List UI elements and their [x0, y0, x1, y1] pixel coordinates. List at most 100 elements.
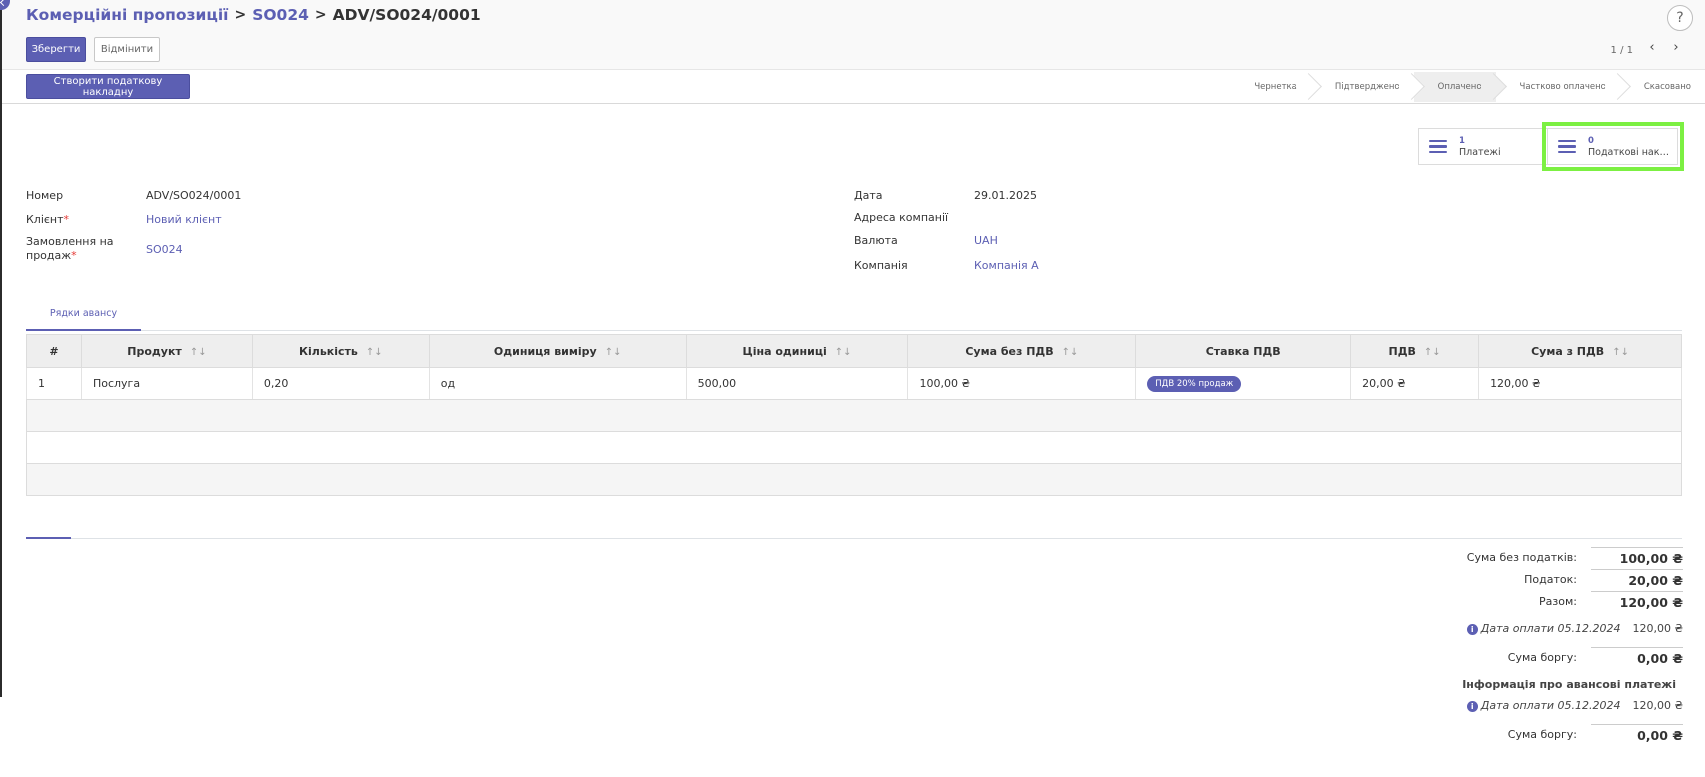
table-row[interactable]: 1 Послуга 0,20 од 500,00 100,00 ₴ ПДВ 20… — [26, 367, 1682, 400]
required-mark: * — [63, 213, 70, 226]
client-label: Клієнт* — [26, 213, 69, 226]
advance-amount-due-value: 0,00 ₴ — [1591, 724, 1683, 743]
tax-invoices-smart-button[interactable]: 0 Податкові накла... — [1542, 122, 1684, 171]
payments-label: Платежі — [1459, 146, 1501, 158]
sort-icon[interactable]: ↑↓ — [1062, 347, 1079, 358]
column-header-unit-price[interactable]: Ціна одиниці ↑↓ — [685, 334, 909, 368]
advance-payment-info[interactable]: i Дата оплати 05.12.2024 120,00 ₴ — [1466, 699, 1684, 712]
number-value: ADV/SO024/0001 — [146, 189, 242, 202]
sort-icon[interactable]: ↑↓ — [1424, 347, 1441, 358]
amount-due-row: Сума боргу: 0,00 ₴ — [1423, 646, 1683, 666]
advance-payment-amount: 120,00 ₴ — [1632, 699, 1684, 712]
statusbar: Створити податкову накладну Чернетка Під… — [2, 70, 1705, 104]
stage-draft[interactable]: Чернетка — [1230, 72, 1311, 102]
currency-link[interactable]: UAH — [974, 234, 998, 247]
company-address-label: Адреса компанії — [854, 211, 949, 224]
column-header-total[interactable]: Сума з ПДВ ↑↓ — [1478, 334, 1682, 368]
list-icon — [1558, 139, 1576, 154]
cell-tax-rate[interactable]: ПДВ 20% продаж — [1135, 367, 1352, 400]
tax-value: 20,00 ₴ — [1591, 569, 1683, 588]
sort-icon[interactable]: ↑↓ — [605, 347, 622, 358]
tab-advance-lines[interactable]: Рядки авансу — [26, 305, 141, 331]
status-stages: Чернетка Підтверджено Оплачено Частково … — [1230, 72, 1705, 102]
pager-value[interactable]: 1 / 1 — [1611, 45, 1633, 56]
cell-quantity[interactable]: 0,20 — [251, 367, 430, 400]
date-value[interactable]: 29.01.2025 — [974, 189, 1037, 202]
advance-payments-title: Інформація про авансові платежі — [1462, 678, 1676, 691]
stage-partially-paid[interactable]: Частково оплачено — [1495, 72, 1620, 102]
tax-label: Податок: — [1524, 573, 1577, 586]
payments-smart-button[interactable]: 1 Платежі — [1418, 128, 1548, 165]
cell-uom[interactable]: од — [428, 367, 687, 400]
sort-icon[interactable]: ↑↓ — [366, 347, 383, 358]
cell-number: 1 — [26, 367, 82, 400]
sort-icon[interactable]: ↑↓ — [1612, 347, 1629, 358]
footer-divider — [26, 538, 1682, 539]
empty-row — [26, 431, 1682, 464]
create-tax-invoice-button[interactable]: Створити податкову накладну — [26, 74, 190, 99]
breadcrumb-separator: > — [234, 7, 247, 23]
tax-row: Податок: 20,00 ₴ — [1423, 568, 1683, 588]
breadcrumb-current: ADV/SO024/0001 — [332, 6, 481, 24]
total-value: 120,00 ₴ — [1591, 591, 1683, 610]
help-icon[interactable]: ? — [1667, 5, 1693, 31]
list-icon — [1429, 139, 1447, 154]
sort-icon[interactable]: ↑↓ — [835, 347, 852, 358]
breadcrumb-order-link[interactable]: SO024 — [252, 6, 309, 24]
empty-row — [26, 399, 1682, 432]
column-header-quantity[interactable]: Кількість ↑↓ — [251, 334, 430, 368]
column-header-uom[interactable]: Одиниця виміру ↑↓ — [428, 334, 687, 368]
cell-total: 120,00 ₴ — [1478, 367, 1682, 400]
amount-due-value: 0,00 ₴ — [1591, 647, 1683, 666]
total-label: Разом: — [1539, 595, 1577, 608]
breadcrumb: Комерційні пропозиції > SO024 > ADV/SO02… — [26, 6, 481, 24]
discard-button[interactable]: Відмінити — [94, 37, 160, 62]
save-button[interactable]: Зберегти — [26, 37, 86, 62]
company-label: Компанія — [854, 259, 908, 272]
cell-subtotal: 100,00 ₴ — [907, 367, 1137, 400]
advance-lines-table: # Продукт ↑↓ Кількість ↑↓ Одиниця виміру ↑↓… — [26, 334, 1682, 496]
sales-order-link[interactable]: SO024 — [146, 243, 183, 256]
payment-date: Дата оплати 05.12.2024 — [1480, 622, 1621, 635]
column-header-number: # — [26, 334, 82, 368]
payment-info[interactable]: i Дата оплати 05.12.2024 120,00 ₴ — [1466, 622, 1684, 635]
sort-icon[interactable]: ↑↓ — [190, 347, 207, 358]
info-icon[interactable]: i — [1466, 701, 1478, 712]
date-label: Дата — [854, 189, 883, 202]
tax-badge: ПДВ 20% продаж — [1147, 375, 1242, 392]
column-header-tax-rate: Ставка ПДВ — [1135, 334, 1352, 368]
untaxed-row: Сума без податків: 100,00 ₴ — [1423, 546, 1683, 566]
untaxed-label: Сума без податків: — [1466, 551, 1577, 564]
column-header-vat[interactable]: ПДВ ↑↓ — [1350, 334, 1480, 368]
breadcrumb-quotations-link[interactable]: Комерційні пропозиції — [26, 6, 228, 24]
window-left-edge — [0, 0, 2, 697]
stage-paid[interactable]: Оплачено — [1413, 72, 1496, 102]
client-label-text: Клієнт — [26, 213, 64, 226]
payment-amount: 120,00 ₴ — [1632, 622, 1684, 635]
breadcrumb-separator: > — [314, 7, 327, 23]
cell-unit-price[interactable]: 500,00 — [685, 367, 909, 400]
sales-order-label-line2: продаж — [26, 249, 72, 262]
smart-buttons: 1 Платежі 0 Податкові накла... — [1418, 122, 1684, 171]
cell-product[interactable]: Послуга — [80, 367, 253, 400]
payments-count: 1 — [1459, 135, 1465, 146]
column-header-subtotal[interactable]: Сума без ПДВ ↑↓ — [907, 334, 1137, 368]
advance-payment-date: Дата оплати 05.12.2024 — [1480, 699, 1621, 712]
cell-vat: 20,00 ₴ — [1350, 367, 1480, 400]
pager-next-icon[interactable]: › — [1669, 40, 1683, 56]
stage-cancelled[interactable]: Скасовано — [1619, 72, 1705, 102]
stage-confirmed[interactable]: Підтверджено — [1310, 72, 1414, 102]
required-mark: * — [71, 249, 77, 262]
info-icon[interactable]: i — [1466, 624, 1478, 635]
client-link[interactable]: Новий клієнт — [146, 213, 222, 226]
sales-order-label: Замовлення на продаж* — [26, 235, 114, 263]
column-header-product[interactable]: Продукт ↑↓ — [80, 334, 253, 368]
tax-invoices-label: Податкові накла... — [1588, 146, 1674, 158]
empty-row — [26, 463, 1682, 496]
footer-tab-indicator — [26, 537, 71, 539]
advance-amount-due-row: Сума боргу: 0,00 ₴ — [1423, 723, 1683, 743]
currency-label: Валюта — [854, 234, 898, 247]
sales-order-label-line1: Замовлення на — [26, 235, 114, 248]
pager-prev-icon[interactable]: ‹ — [1645, 40, 1659, 56]
company-link[interactable]: Компанія А — [974, 259, 1039, 272]
